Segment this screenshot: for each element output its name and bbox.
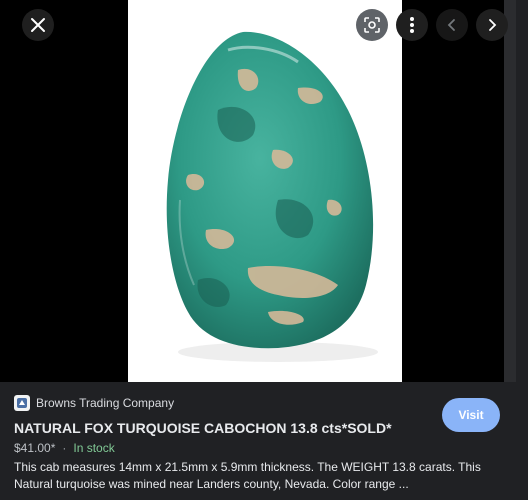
price-row: $41.00* · In stock — [14, 441, 115, 455]
result-info-panel: Browns Trading Company NATURAL FOX TURQU… — [0, 382, 528, 500]
stock-status: In stock — [73, 441, 115, 455]
chevron-right-icon — [489, 19, 497, 31]
next-button[interactable] — [476, 9, 508, 41]
source-name[interactable]: Browns Trading Company — [36, 396, 174, 410]
lens-button[interactable] — [356, 9, 388, 41]
turquoise-cabochon-image — [166, 31, 378, 362]
image-viewer — [0, 0, 516, 382]
source-row[interactable]: Browns Trading Company — [14, 395, 174, 411]
price: $41.00* — [14, 441, 56, 455]
result-title[interactable]: NATURAL FOX TURQUOISE CABOCHON 13.8 cts*… — [14, 420, 392, 436]
close-button[interactable] — [22, 9, 54, 41]
source-favicon-icon — [14, 395, 30, 411]
scrollbar[interactable] — [504, 0, 516, 382]
result-description: This cab measures 14mm x 21.5mm x 5.9mm … — [14, 460, 481, 491]
visit-button[interactable]: Visit — [442, 398, 500, 432]
separator-dot: · — [62, 441, 67, 455]
lens-scan-icon — [364, 17, 380, 33]
product-image[interactable] — [128, 0, 402, 382]
more-vertical-icon — [410, 17, 414, 33]
previous-button[interactable] — [436, 9, 468, 41]
chevron-left-icon — [447, 19, 455, 31]
close-icon — [31, 18, 45, 32]
more-options-button[interactable] — [396, 9, 428, 41]
